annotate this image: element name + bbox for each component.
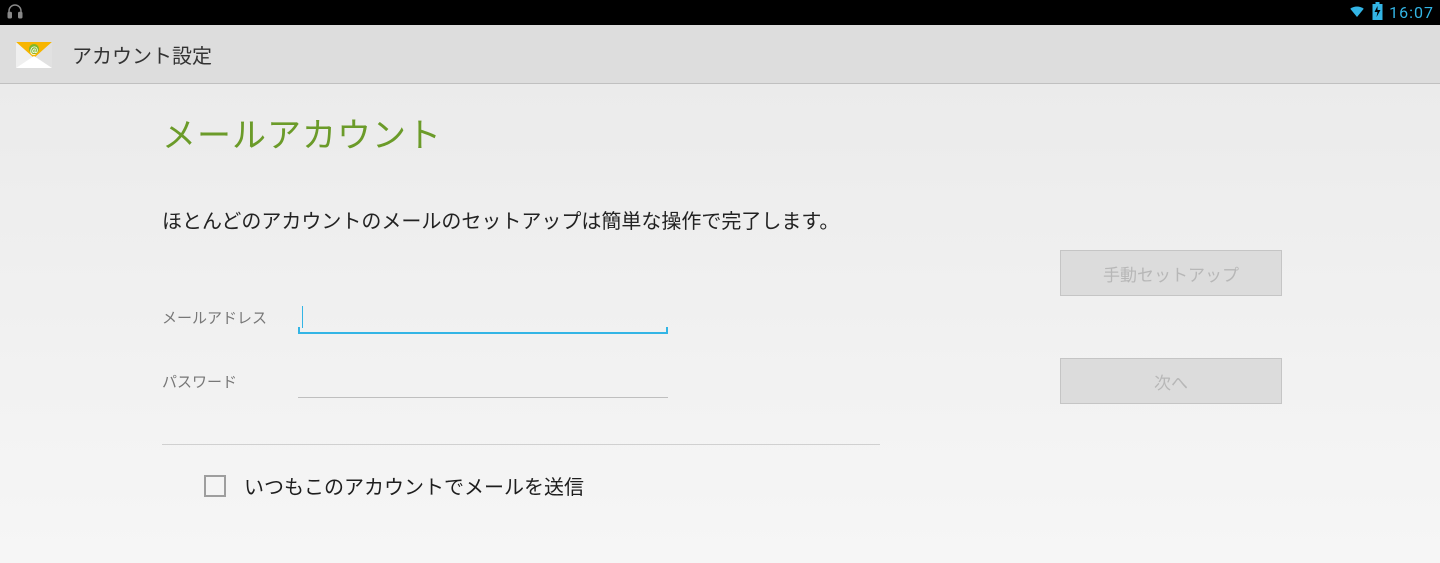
section-divider <box>162 444 880 445</box>
app-action-bar: @ アカウント設定 <box>0 25 1440 84</box>
battery-charging-icon <box>1372 2 1383 24</box>
wifi-icon <box>1348 2 1366 24</box>
default-sender-label: いつもこのアカウントでメールを送信 <box>244 471 584 500</box>
email-app-icon: @ <box>10 34 58 74</box>
clock-text: 16:07 <box>1389 3 1434 22</box>
password-label: パスワード <box>162 371 298 392</box>
headphones-icon <box>6 2 24 24</box>
email-input[interactable] <box>298 300 676 334</box>
password-input[interactable] <box>298 364 676 398</box>
system-status-bar: 16:07 <box>0 0 1440 25</box>
email-label: メールアドレス <box>162 307 298 328</box>
svg-text:@: @ <box>30 46 38 56</box>
default-sender-row[interactable]: いつもこのアカウントでメールを送信 <box>204 471 1282 500</box>
default-sender-checkbox[interactable] <box>204 475 226 497</box>
next-label: 次へ <box>1154 369 1188 394</box>
account-setup-form: メールアカウント ほとんどのアカウントのメールのセットアップは簡単な操作で完了し… <box>162 108 1282 500</box>
text-cursor <box>302 306 303 328</box>
email-field[interactable] <box>298 300 668 334</box>
intro-text: ほとんどのアカウントのメールのセットアップは簡単な操作で完了します。 <box>162 205 1282 234</box>
password-field[interactable] <box>298 364 668 398</box>
page-title: メールアカウント <box>162 108 1282 157</box>
action-bar-title: アカウント設定 <box>72 40 212 69</box>
manual-setup-button[interactable]: 手動セットアップ <box>1060 250 1282 296</box>
next-button[interactable]: 次へ <box>1060 358 1282 404</box>
manual-setup-label: 手動セットアップ <box>1103 261 1239 286</box>
